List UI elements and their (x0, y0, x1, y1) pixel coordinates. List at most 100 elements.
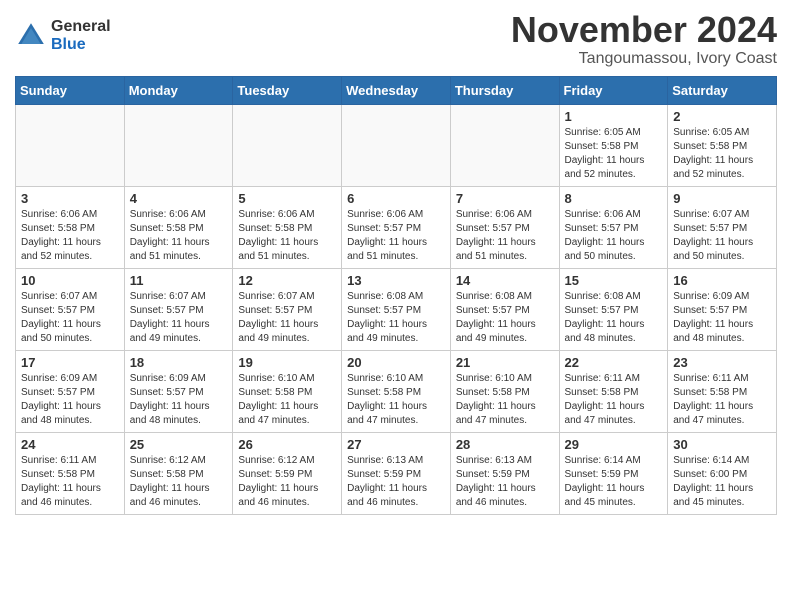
day-number: 24 (21, 437, 119, 452)
day-cell: 15 Sunrise: 6:08 AM Sunset: 5:57 PM Dayli… (559, 268, 668, 350)
day-info: Sunrise: 6:05 AM Sunset: 5:58 PM Dayligh… (565, 126, 663, 182)
day-info: Sunrise: 6:06 AM Sunset: 5:57 PM Dayligh… (456, 208, 554, 264)
week-row-5: 24 Sunrise: 6:11 AM Sunset: 5:58 PM Dayli… (16, 432, 777, 514)
day-number: 14 (456, 273, 554, 288)
day-info: Sunrise: 6:12 AM Sunset: 5:59 PM Dayligh… (238, 454, 336, 510)
day-number: 5 (238, 191, 336, 206)
day-info: Sunrise: 6:13 AM Sunset: 5:59 PM Dayligh… (456, 454, 554, 510)
day-info: Sunrise: 6:06 AM Sunset: 5:58 PM Dayligh… (238, 208, 336, 264)
day-cell: 26 Sunrise: 6:12 AM Sunset: 5:59 PM Dayli… (233, 432, 342, 514)
day-cell: 30 Sunrise: 6:14 AM Sunset: 6:00 PM Dayli… (668, 432, 777, 514)
day-cell (16, 104, 125, 186)
day-info: Sunrise: 6:09 AM Sunset: 5:57 PM Dayligh… (130, 372, 228, 428)
day-number: 7 (456, 191, 554, 206)
day-number: 22 (565, 355, 663, 370)
day-number: 26 (238, 437, 336, 452)
day-cell: 9Sunrise: 6:07 AM Sunset: 5:57 PM Daylig… (668, 186, 777, 268)
page: General Blue November 2024 Tangoumassou,… (0, 0, 792, 530)
day-cell: 16 Sunrise: 6:09 AM Sunset: 5:57 PM Dayli… (668, 268, 777, 350)
day-info: Sunrise: 6:06 AM Sunset: 5:58 PM Dayligh… (130, 208, 228, 264)
day-number: 13 (347, 273, 445, 288)
weekday-header-tuesday: Tuesday (233, 76, 342, 104)
day-number: 28 (456, 437, 554, 452)
day-cell: 7 Sunrise: 6:06 AM Sunset: 5:57 PM Daylig… (450, 186, 559, 268)
location: Tangoumassou, Ivory Coast (511, 50, 777, 68)
day-number: 6 (347, 191, 445, 206)
day-info: Sunrise: 6:09 AM Sunset: 5:57 PM Dayligh… (673, 290, 771, 346)
logo-blue-text: Blue (51, 36, 111, 54)
day-number: 16 (673, 273, 771, 288)
day-cell: 12Sunrise: 6:07 AM Sunset: 5:57 PM Dayli… (233, 268, 342, 350)
day-cell (450, 104, 559, 186)
day-number: 29 (565, 437, 663, 452)
weekday-header-saturday: Saturday (668, 76, 777, 104)
day-cell: 18 Sunrise: 6:09 AM Sunset: 5:57 PM Dayli… (124, 350, 233, 432)
day-cell: 11Sunrise: 6:07 AM Sunset: 5:57 PM Dayli… (124, 268, 233, 350)
day-number: 4 (130, 191, 228, 206)
day-info: Sunrise: 6:11 AM Sunset: 5:58 PM Dayligh… (565, 372, 663, 428)
calendar: SundayMondayTuesdayWednesdayThursdayFrid… (15, 76, 777, 515)
weekday-header-monday: Monday (124, 76, 233, 104)
day-number: 17 (21, 355, 119, 370)
day-number: 10 (21, 273, 119, 288)
day-cell: 24 Sunrise: 6:11 AM Sunset: 5:58 PM Dayli… (16, 432, 125, 514)
day-info: Sunrise: 6:06 AM Sunset: 5:57 PM Dayligh… (565, 208, 663, 264)
day-cell: 8Sunrise: 6:06 AM Sunset: 5:57 PM Daylig… (559, 186, 668, 268)
day-cell: 21Sunrise: 6:10 AM Sunset: 5:58 PM Dayli… (450, 350, 559, 432)
weekday-header-wednesday: Wednesday (342, 76, 451, 104)
day-number: 3 (21, 191, 119, 206)
day-number: 2 (673, 109, 771, 124)
day-cell: 25Sunrise: 6:12 AM Sunset: 5:58 PM Dayli… (124, 432, 233, 514)
day-number: 11 (130, 273, 228, 288)
day-info: Sunrise: 6:07 AM Sunset: 5:57 PM Dayligh… (238, 290, 336, 346)
day-info: Sunrise: 6:11 AM Sunset: 5:58 PM Dayligh… (673, 372, 771, 428)
day-info: Sunrise: 6:13 AM Sunset: 5:59 PM Dayligh… (347, 454, 445, 510)
day-cell: 1 Sunrise: 6:05 AM Sunset: 5:58 PM Daylig… (559, 104, 668, 186)
day-number: 9 (673, 191, 771, 206)
day-cell: 23 Sunrise: 6:11 AM Sunset: 5:58 PM Dayli… (668, 350, 777, 432)
day-number: 18 (130, 355, 228, 370)
day-info: Sunrise: 6:14 AM Sunset: 6:00 PM Dayligh… (673, 454, 771, 510)
day-cell: 27 Sunrise: 6:13 AM Sunset: 5:59 PM Dayli… (342, 432, 451, 514)
day-number: 27 (347, 437, 445, 452)
logo-text: General Blue (51, 18, 111, 53)
month-title: November 2024 (511, 10, 777, 50)
week-row-3: 10 Sunrise: 6:07 AM Sunset: 5:57 PM Dayli… (16, 268, 777, 350)
day-cell: 3 Sunrise: 6:06 AM Sunset: 5:58 PM Daylig… (16, 186, 125, 268)
logo-icon (15, 20, 47, 52)
day-cell: 13Sunrise: 6:08 AM Sunset: 5:57 PM Dayli… (342, 268, 451, 350)
day-number: 23 (673, 355, 771, 370)
day-number: 15 (565, 273, 663, 288)
weekday-header-thursday: Thursday (450, 76, 559, 104)
day-number: 20 (347, 355, 445, 370)
day-cell (233, 104, 342, 186)
day-info: Sunrise: 6:10 AM Sunset: 5:58 PM Dayligh… (347, 372, 445, 428)
header: General Blue November 2024 Tangoumassou,… (15, 10, 777, 68)
week-row-4: 17 Sunrise: 6:09 AM Sunset: 5:57 PM Dayli… (16, 350, 777, 432)
day-info: Sunrise: 6:06 AM Sunset: 5:57 PM Dayligh… (347, 208, 445, 264)
day-info: Sunrise: 6:11 AM Sunset: 5:58 PM Dayligh… (21, 454, 119, 510)
day-number: 25 (130, 437, 228, 452)
week-row-1: 1 Sunrise: 6:05 AM Sunset: 5:58 PM Daylig… (16, 104, 777, 186)
day-number: 30 (673, 437, 771, 452)
day-cell: 17Sunrise: 6:09 AM Sunset: 5:57 PM Dayli… (16, 350, 125, 432)
day-info: Sunrise: 6:14 AM Sunset: 5:59 PM Dayligh… (565, 454, 663, 510)
day-info: Sunrise: 6:08 AM Sunset: 5:57 PM Dayligh… (565, 290, 663, 346)
day-cell: 6 Sunrise: 6:06 AM Sunset: 5:57 PM Daylig… (342, 186, 451, 268)
day-cell (342, 104, 451, 186)
day-cell (124, 104, 233, 186)
day-cell: 22 Sunrise: 6:11 AM Sunset: 5:58 PM Dayli… (559, 350, 668, 432)
logo: General Blue (15, 18, 111, 53)
weekday-header-sunday: Sunday (16, 76, 125, 104)
day-info: Sunrise: 6:10 AM Sunset: 5:58 PM Dayligh… (238, 372, 336, 428)
title-block: November 2024 Tangoumassou, Ivory Coast (511, 10, 777, 68)
day-cell: 20 Sunrise: 6:10 AM Sunset: 5:58 PM Dayli… (342, 350, 451, 432)
day-cell: 5 Sunrise: 6:06 AM Sunset: 5:58 PM Daylig… (233, 186, 342, 268)
day-number: 19 (238, 355, 336, 370)
weekday-header-row: SundayMondayTuesdayWednesdayThursdayFrid… (16, 76, 777, 104)
day-info: Sunrise: 6:06 AM Sunset: 5:58 PM Dayligh… (21, 208, 119, 264)
day-info: Sunrise: 6:05 AM Sunset: 5:58 PM Dayligh… (673, 126, 771, 182)
day-info: Sunrise: 6:07 AM Sunset: 5:57 PM Dayligh… (21, 290, 119, 346)
day-number: 1 (565, 109, 663, 124)
week-row-2: 3 Sunrise: 6:06 AM Sunset: 5:58 PM Daylig… (16, 186, 777, 268)
